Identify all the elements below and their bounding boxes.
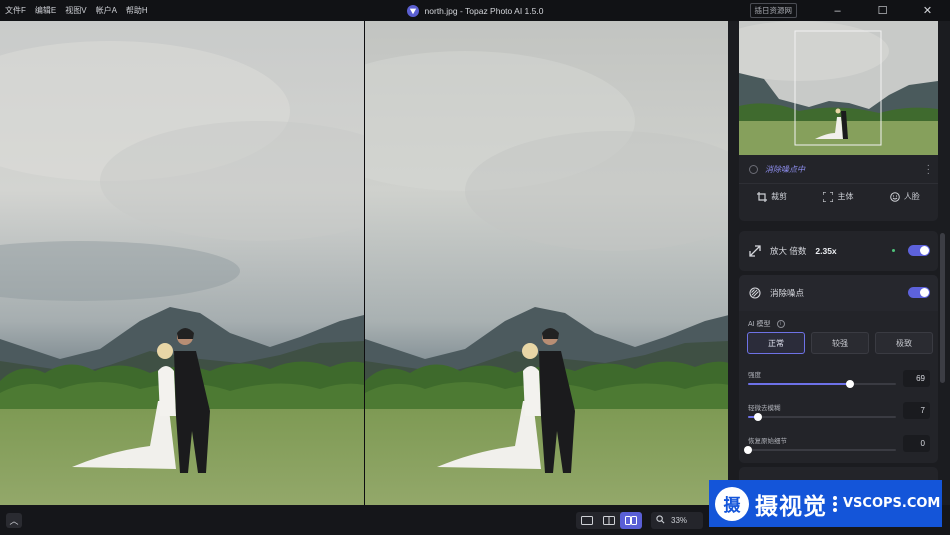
subject-tool-button[interactable]: 主体 [823,191,853,202]
status-dot [892,249,895,252]
recover-detail-value[interactable]: 0 [903,435,930,452]
ai-model-label: AI 模型 i [748,319,785,329]
strength-slider[interactable] [748,380,896,388]
ai-model-modes: 正常 较强 极致 [747,332,933,354]
zoom-level: 33% [671,516,688,525]
title-bar: 文件F 编辑E 视图V 帐户A 帮助H north.jpg - Topaz Ph… [0,0,950,21]
face-tool-button[interactable]: 人脸 [890,191,920,202]
processing-status: 消除噪点中 [739,159,938,179]
upscale-card[interactable]: 放大 倍数 2.35x [739,231,938,271]
deblur-slider[interactable] [748,413,896,421]
subject-select-icon [823,191,834,202]
view-mode-switcher [576,512,642,529]
mode-extreme-button[interactable]: 极致 [875,332,933,354]
deblur-label: 轻微去模糊 [748,405,781,412]
mode-normal-button[interactable]: 正常 [747,332,805,354]
face-icon [890,191,900,202]
chevron-up-icon: ︿ [9,516,19,526]
denoise-card: 消除噪点 AI 模型 i 正常 较强 极致 强度 69 轻微去模糊 7 恢复原始… [739,275,938,463]
panel-scrollbar[interactable] [940,233,945,383]
info-icon[interactable]: i [776,320,785,328]
zoom-icon [656,515,665,526]
strength-slider-handle[interactable] [846,380,855,388]
upscale-header: 放大 倍数 2.35x [749,231,837,271]
deblur-slider-handle[interactable] [754,413,763,421]
window-controls: 插日资源网 – ☐ ✕ [749,0,950,21]
side-by-side-icon [625,516,637,525]
original-photo [0,21,364,505]
split-view-icon [603,516,615,525]
subject-tool-label: 主体 [837,192,854,201]
expand-button[interactable]: ︿ [6,513,22,528]
recover-detail-slider[interactable] [744,446,896,454]
processing-status-text: 消除噪点中 [765,164,805,174]
denoise-toggle[interactable] [908,287,930,298]
upscale-label: 放大 倍数 [770,246,807,256]
upscale-arrows-icon [749,245,761,257]
menu-bar: 文件F 编辑E 视图V 帐户A 帮助H [0,5,148,16]
watermark-brand-cn: 摄视觉 [755,492,827,519]
watermark-dots [833,495,837,512]
deblur-value[interactable]: 7 [903,402,930,419]
strength-slider-fill [748,383,851,385]
more-options-icon[interactable]: · · · [927,161,930,179]
recover-detail-slider-handle[interactable] [744,446,752,454]
divider [739,183,938,184]
navigator-thumbnail[interactable] [739,21,938,155]
topaz-logo-icon [406,4,419,17]
zoom-control[interactable]: 33% [651,512,703,529]
upscale-value: 2.35x [815,246,837,256]
strength-label: 强度 [748,372,761,379]
view-side-by-side-button[interactable] [620,512,642,529]
mode-strong-button[interactable]: 较强 [811,332,869,354]
watermark-brand-en: VSCOPS.COM [843,496,941,511]
view-single-button[interactable] [576,512,598,529]
crop-icon [757,191,768,202]
menu-help[interactable]: 帮助H [126,5,148,16]
crop-tool-label: 裁剪 [771,192,788,201]
crop-tool-button[interactable]: 裁剪 [757,191,787,202]
resource-button[interactable]: 插日资源网 [749,3,797,18]
menu-account[interactable]: 帐户A [96,5,117,16]
processed-image-pane[interactable] [365,21,728,505]
menu-file[interactable]: 文件F [5,5,26,16]
denoise-icon [749,287,761,299]
watermark-seal-text: 摄 [723,496,741,515]
face-tool-label: 人脸 [903,192,920,201]
navigator-photo [739,21,938,155]
processed-photo [365,21,728,505]
close-button[interactable]: ✕ [905,0,950,21]
tool-row: 裁剪 主体 人脸 [739,191,938,202]
menu-view[interactable]: 视图V [65,5,86,16]
image-viewer[interactable] [0,21,728,505]
spinner-icon [749,164,758,174]
single-view-icon [581,516,593,525]
site-watermark: 摄 摄视觉 VSCOPS.COM [709,480,942,527]
topaz-photo-ai-window: 文件F 编辑E 视图V 帐户A 帮助H north.jpg - Topaz Ph… [0,0,950,535]
original-image-pane[interactable] [0,21,364,505]
strength-value[interactable]: 69 [903,370,930,387]
ai-model-label-text: AI 模型 [748,321,771,328]
maximize-button[interactable]: ☐ [860,0,905,21]
menu-edit[interactable]: 编辑E [35,5,56,16]
minimize-button[interactable]: – [815,0,860,21]
recover-detail-label: 恢复原始细节 [748,438,787,445]
window-title-text: north.jpg - Topaz Photo AI 1.5.0 [424,5,544,16]
upscale-toggle[interactable] [908,245,930,256]
denoise-header[interactable]: 消除噪点 [749,275,804,311]
denoise-label: 消除噪点 [770,288,805,298]
navigator-card: 消除噪点中 · · · 裁剪 主体 人脸 [739,21,938,221]
view-split-button[interactable] [598,512,620,529]
watermark-seal: 摄 [715,486,749,521]
side-panel: 消除噪点中 · · · 裁剪 主体 人脸 放大 倍数 2.35x 消除噪点 AI… [728,21,950,505]
